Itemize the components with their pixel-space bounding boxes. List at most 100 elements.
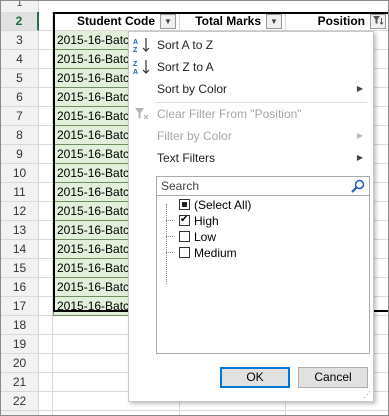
- filter-dropdown-button[interactable]: ▼: [160, 14, 176, 29]
- row-header[interactable]: 3: [1, 31, 39, 50]
- filter-search-box[interactable]: Search: [156, 176, 370, 196]
- row-header[interactable]: 10: [1, 164, 39, 183]
- cell[interactable]: [39, 316, 53, 335]
- tree-line: [166, 252, 173, 253]
- chevron-down-icon: ▼: [270, 17, 278, 26]
- header-total-marks[interactable]: Total Marks ▼: [180, 12, 286, 31]
- cell[interactable]: [39, 392, 53, 411]
- cell[interactable]: [39, 164, 53, 183]
- partial-top-row: 1: [1, 1, 388, 12]
- cell[interactable]: [39, 240, 53, 259]
- text-filters-item[interactable]: Text Filters ▶: [129, 147, 373, 169]
- clear-filter-item[interactable]: Clear Filter From "Position": [129, 103, 373, 125]
- submenu-arrow-icon: ▶: [356, 84, 363, 93]
- row-header[interactable]: 4: [1, 50, 39, 69]
- tree-line: [166, 220, 173, 221]
- sort-z-to-a-label: Sort Z to A: [157, 60, 214, 74]
- cell[interactable]: [39, 335, 53, 354]
- cell[interactable]: [39, 259, 53, 278]
- cell[interactable]: [39, 202, 53, 221]
- row-header[interactable]: 5: [1, 69, 39, 88]
- header-position[interactable]: Position: [286, 12, 388, 31]
- row-header[interactable]: 6: [1, 88, 39, 107]
- filter-by-color-label: Filter by Color: [157, 129, 232, 143]
- svg-text:Z: Z: [133, 47, 138, 53]
- sort-by-color-item[interactable]: Sort by Color ▶: [129, 78, 373, 100]
- cell[interactable]: [39, 145, 53, 164]
- ok-button[interactable]: OK: [220, 367, 290, 388]
- row-header[interactable]: 11: [1, 183, 39, 202]
- cell[interactable]: [39, 69, 53, 88]
- tree-line: [166, 236, 173, 237]
- submenu-arrow-icon: ▶: [356, 153, 363, 162]
- chevron-down-icon: ▼: [164, 17, 172, 26]
- filter-by-color-item[interactable]: Filter by Color ▶: [129, 125, 373, 147]
- sort-z-to-a-item[interactable]: Z A Sort Z to A: [129, 56, 373, 78]
- row-header[interactable]: 21: [1, 373, 39, 392]
- row-header[interactable]: 22: [1, 392, 39, 411]
- row-header[interactable]: 12: [1, 202, 39, 221]
- filter-option-label: Low: [194, 230, 217, 244]
- row-header[interactable]: 23: [1, 411, 39, 415]
- cell[interactable]: [39, 373, 53, 392]
- row-header[interactable]: 8: [1, 126, 39, 145]
- sort-descending-icon: Z A: [133, 60, 150, 75]
- row-header[interactable]: 18: [1, 316, 39, 335]
- row-header[interactable]: 19: [1, 335, 39, 354]
- cell[interactable]: [39, 221, 53, 240]
- search-placeholder: Search: [161, 179, 200, 193]
- cell[interactable]: [39, 88, 53, 107]
- cell[interactable]: [39, 50, 53, 69]
- clear-filter-icon: [135, 108, 149, 120]
- search-icon: [351, 179, 365, 193]
- filter-values-list[interactable]: (Select All) High Low Medium: [156, 195, 370, 354]
- row-header[interactable]: 15: [1, 259, 39, 278]
- row-header[interactable]: 9: [1, 145, 39, 164]
- svg-text:A: A: [133, 39, 138, 46]
- spreadsheet-window: 1 2 Student Code ▼ Total Marks ▼ Positio…: [0, 0, 389, 416]
- position-cell[interactable]: [286, 411, 388, 415]
- checkbox-unchecked[interactable]: [179, 247, 190, 258]
- cell[interactable]: [39, 107, 53, 126]
- header-label: Total Marks: [195, 14, 261, 28]
- svg-text:Z: Z: [133, 61, 138, 68]
- filter-dropdown-button[interactable]: ▼: [266, 14, 282, 29]
- sort-by-color-label: Sort by Color: [157, 82, 228, 96]
- cell[interactable]: [39, 297, 53, 316]
- resize-grip-icon[interactable]: ⋰: [363, 391, 371, 399]
- cell[interactable]: [39, 126, 53, 145]
- sort-ascending-icon: A Z: [133, 38, 150, 53]
- cell[interactable]: [39, 411, 53, 415]
- row-header[interactable]: 13: [1, 221, 39, 240]
- checkbox-indeterminate[interactable]: [179, 199, 190, 210]
- cell-a2[interactable]: [39, 12, 53, 31]
- sort-a-to-z-label: Sort A to Z: [157, 38, 214, 52]
- cancel-button[interactable]: Cancel: [298, 367, 368, 388]
- row-header[interactable]: 16: [1, 278, 39, 297]
- filter-active-button[interactable]: [370, 14, 386, 29]
- row-header[interactable]: 17: [1, 297, 39, 316]
- total-marks-cell[interactable]: [180, 411, 286, 415]
- autofilter-menu: A Z Sort A to Z Z A Sort Z to A Sort by …: [128, 31, 374, 402]
- filter-funnel-icon: [373, 16, 384, 25]
- sort-a-to-z-item[interactable]: A Z Sort A to Z: [129, 34, 373, 56]
- clear-filter-label: Clear Filter From "Position": [157, 107, 302, 121]
- row-header-1[interactable]: 1: [1, 1, 39, 12]
- submenu-arrow-icon: ▶: [356, 131, 363, 140]
- filter-option-label: Medium: [194, 246, 237, 260]
- header-label: Position: [317, 14, 365, 28]
- cell[interactable]: [39, 183, 53, 202]
- row-header[interactable]: 20: [1, 354, 39, 373]
- cell[interactable]: [39, 31, 53, 50]
- header-student-code[interactable]: Student Code ▼: [53, 12, 180, 31]
- cell[interactable]: [39, 278, 53, 297]
- checkbox-checked[interactable]: [179, 213, 190, 227]
- checkbox-unchecked[interactable]: [179, 231, 190, 242]
- row-header-2[interactable]: 2: [1, 12, 39, 31]
- filter-option-label: High: [194, 214, 219, 228]
- filter-option-label: (Select All): [194, 198, 252, 212]
- row-header[interactable]: 7: [1, 107, 39, 126]
- row-header[interactable]: 14: [1, 240, 39, 259]
- student-code-cell[interactable]: [53, 411, 180, 415]
- cell[interactable]: [39, 354, 53, 373]
